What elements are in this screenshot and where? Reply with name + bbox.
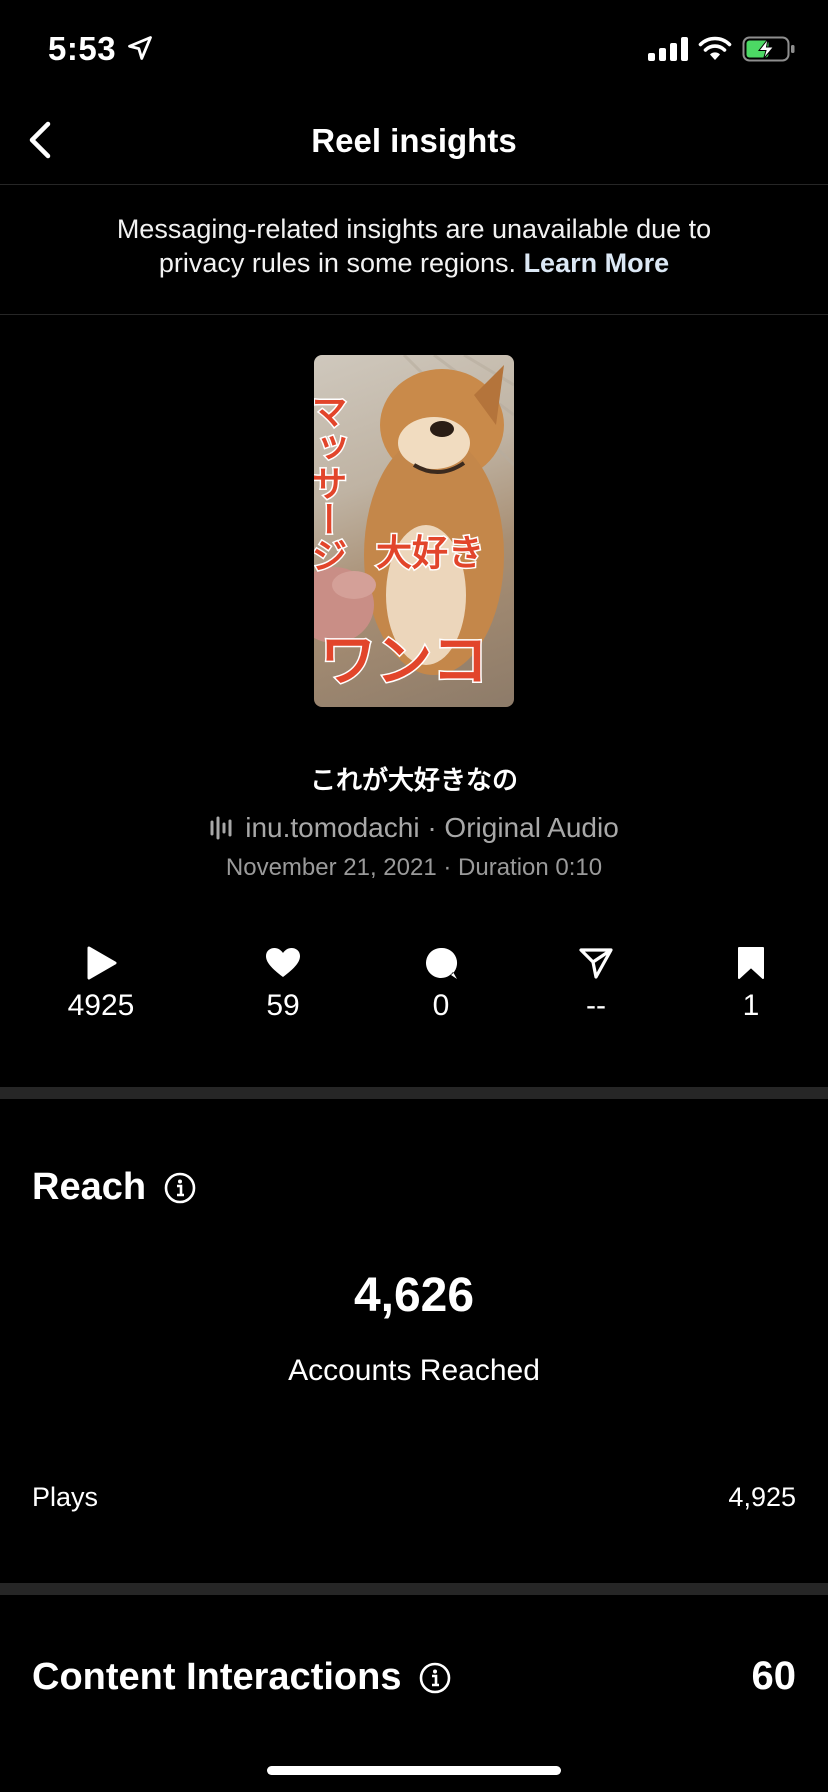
- share-icon: [579, 948, 613, 979]
- bookmark-icon: [738, 947, 764, 979]
- play-icon: [87, 946, 117, 980]
- status-bar: 5:53: [0, 0, 828, 100]
- status-indicators: [648, 34, 796, 64]
- learn-more-link[interactable]: Learn More: [524, 248, 670, 278]
- page-title: Reel insights: [311, 122, 517, 159]
- stat-value: 1: [742, 989, 760, 1022]
- content-interactions-header: Content Interactions: [32, 1656, 451, 1699]
- status-time: 5:53: [48, 30, 117, 67]
- content-interactions-value: 60: [751, 1654, 797, 1698]
- info-icon[interactable]: [419, 1662, 451, 1694]
- privacy-notice: Messaging-related insights are unavailab…: [40, 212, 788, 280]
- accounts-reached-count: 4,626: [353, 1269, 475, 1322]
- thumbnail-caption-overlay: マッサージ 大好き ワンコ: [314, 392, 490, 696]
- signal-icon: [648, 37, 688, 61]
- stat-plays: 4925: [21, 945, 181, 1023]
- location-arrow-icon: [128, 36, 152, 60]
- info-icon[interactable]: [164, 1172, 196, 1204]
- content-interactions-title: Content Interactions: [32, 1656, 402, 1698]
- stats-row: 4925 59 0 -- 1: [0, 945, 828, 1025]
- heart-icon: [266, 948, 300, 977]
- home-indicator[interactable]: [267, 1766, 561, 1775]
- stat-value: --: [586, 989, 606, 1022]
- reach-title: Reach: [32, 1166, 147, 1208]
- plays-label: Plays: [32, 1482, 99, 1512]
- audio-waveform-icon: [210, 816, 232, 840]
- thumbnail-text-mid: 大好き: [376, 533, 484, 574]
- comment-icon: [426, 947, 458, 979]
- notice-line-1: Messaging-related insights are unavailab…: [116, 214, 712, 244]
- thumbnail-text-bottom: ワンコ: [320, 629, 488, 694]
- audio-row[interactable]: inu.tomodachi · Original Audio: [0, 812, 828, 844]
- section-separator: [0, 1583, 828, 1595]
- stat-value: 4925: [67, 989, 135, 1022]
- section-separator: [0, 1087, 828, 1099]
- reel-thumbnail[interactable]: マッサージ 大好き ワンコ: [314, 355, 514, 707]
- stat-comments: 0: [361, 945, 521, 1023]
- divider: [0, 314, 828, 315]
- wifi-icon: [698, 36, 732, 60]
- stat-shares: --: [516, 945, 676, 1023]
- reel-meta: November 21, 2021 · Duration 0:10: [225, 854, 603, 881]
- thumbnail-text-vertical: マッサージ: [314, 393, 347, 573]
- stat-value: 59: [266, 989, 300, 1022]
- audio-label: inu.tomodachi · Original Audio: [245, 812, 619, 843]
- stat-saves: 1: [671, 945, 828, 1023]
- plays-value: 4,925: [728, 1482, 796, 1512]
- battery-charging-icon: [742, 36, 795, 62]
- nav-bar: Reel insights: [0, 100, 828, 185]
- accounts-reached-label: Accounts Reached: [288, 1354, 540, 1387]
- stat-likes: 59: [203, 945, 363, 1023]
- stat-value: 0: [432, 989, 450, 1022]
- reach-header: Reach: [32, 1166, 196, 1209]
- notice-line-2: privacy rules in some regions.: [158, 248, 517, 278]
- reel-title: これが大好きなの: [309, 765, 518, 795]
